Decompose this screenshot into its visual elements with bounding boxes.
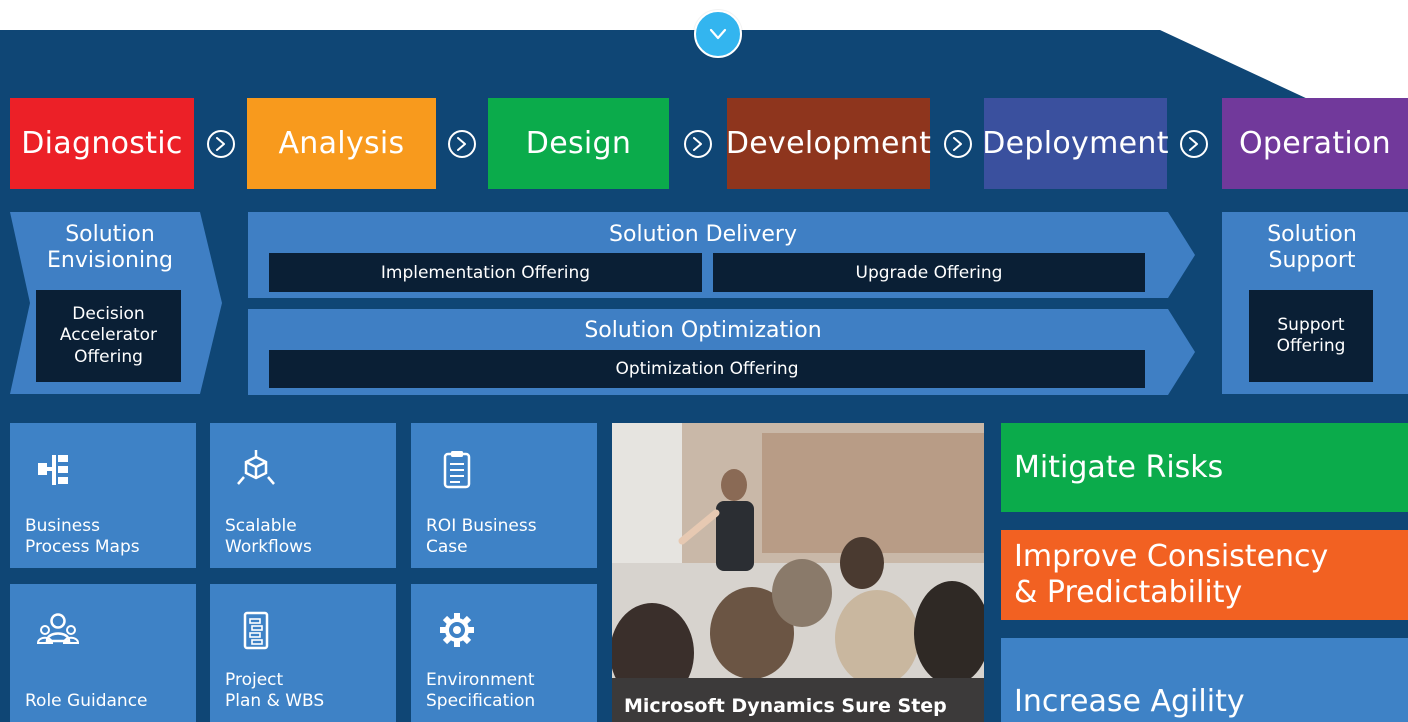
workflow-cube-icon (237, 450, 275, 485)
upgrade-offering[interactable]: Upgrade Offering (713, 253, 1145, 292)
gear-icon (440, 613, 474, 647)
implementation-offering[interactable]: Implementation Offering (269, 253, 702, 292)
tile-label: ROI Business Case (426, 515, 537, 557)
photo-caption: Microsoft Dynamics Sure Step (624, 695, 947, 717)
envisioning-title: Solution Envisioning (47, 222, 173, 273)
people-group-icon (36, 613, 80, 644)
tile-label: Business Process Maps (25, 515, 140, 557)
decision-accelerator-offering[interactable]: Decision Accelerator Offering (36, 290, 181, 382)
tile-environment-specification[interactable]: Environment Specification (411, 584, 597, 722)
tile-scalable-workflows[interactable]: Scalable Workflows (210, 423, 396, 568)
project-plan-icon (243, 611, 269, 650)
tile-label: Role Guidance (25, 690, 148, 711)
tile-label: Scalable Workflows (225, 515, 312, 557)
benefit-increase-agility: Increase Agility (1001, 638, 1408, 722)
support-title: Solution Support (1267, 222, 1357, 273)
tile-project-plan-wbs[interactable]: Project Plan & WBS (210, 584, 396, 722)
tile-roi-business-case[interactable]: ROI Business Case (411, 423, 597, 568)
process-map-icon (38, 455, 68, 485)
tile-label: Project Plan & WBS (225, 669, 325, 711)
clipboard-checklist-icon (443, 451, 471, 489)
tile-role-guidance[interactable]: Role Guidance (10, 584, 196, 722)
benefit-improve-consistency: Improve Consistency & Predictability (1001, 530, 1408, 620)
delivery-title: Solution Delivery (609, 222, 797, 247)
benefit-mitigate-risks: Mitigate Risks (1001, 423, 1408, 512)
optimization-offering[interactable]: Optimization Offering (269, 350, 1145, 388)
support-offering[interactable]: Support Offering (1249, 290, 1373, 382)
tile-label: Environment Specification (426, 669, 536, 711)
optimization-title: Solution Optimization (584, 318, 822, 343)
tile-business-process-maps[interactable]: Business Process Maps (10, 423, 196, 568)
seminar-photo (612, 423, 984, 722)
